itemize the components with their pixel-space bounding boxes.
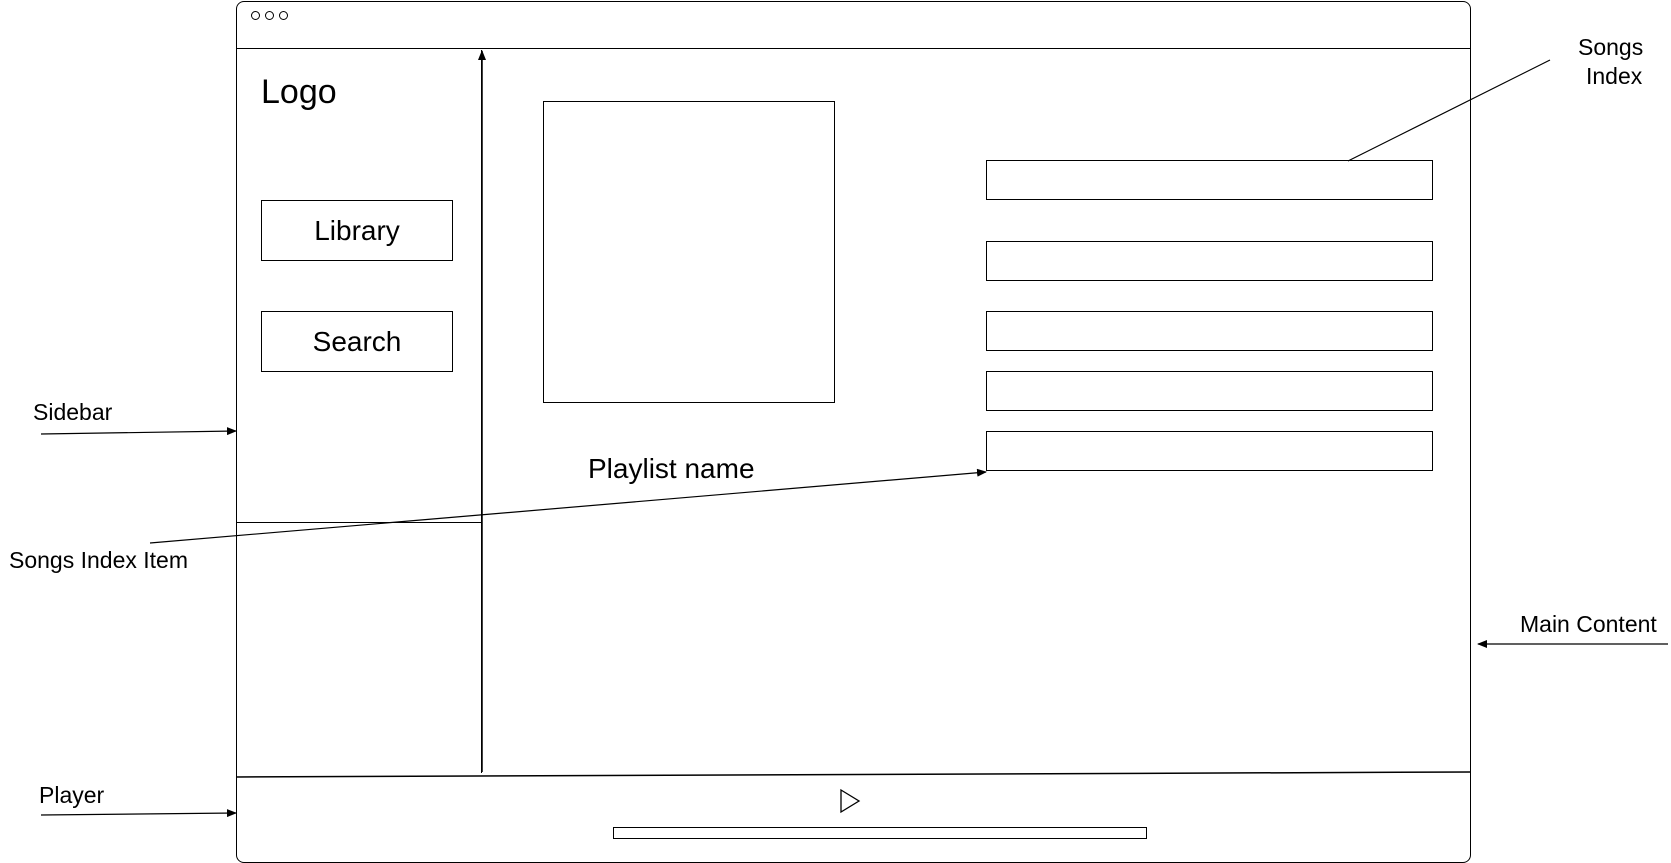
titlebar-divider xyxy=(236,48,1471,49)
playlist-name: Playlist name xyxy=(588,453,755,484)
sidebar-divider xyxy=(481,50,482,773)
library-button[interactable]: Library xyxy=(261,200,453,261)
search-button-label: Search xyxy=(312,325,402,357)
window-control-dot[interactable] xyxy=(279,11,288,20)
sidebar-annotation-arrow xyxy=(40,427,237,436)
logo: Logo xyxy=(261,73,337,111)
annotation-main-content: Main Content xyxy=(1520,611,1657,637)
annotation-songs-index-line1: Songs xyxy=(1578,34,1644,60)
songs-index-item[interactable] xyxy=(986,241,1433,281)
play-icon[interactable] xyxy=(839,788,861,814)
window-control-dot[interactable] xyxy=(251,11,260,20)
annotation-songs-index-item: Songs Index Item xyxy=(9,547,188,573)
songs-index-item[interactable] xyxy=(986,160,1433,200)
player-annotation-arrow xyxy=(40,809,237,818)
window-control-dot[interactable] xyxy=(265,11,274,20)
annotation-songs-index-line2: Index xyxy=(1586,63,1643,89)
annotation-player: Player xyxy=(39,782,105,808)
playlist-cover-image xyxy=(543,101,835,403)
songs-index-item[interactable] xyxy=(986,371,1433,411)
songs-index-item[interactable] xyxy=(986,311,1433,351)
songs-index-item[interactable] xyxy=(986,431,1433,471)
annotation-sidebar: Sidebar xyxy=(33,399,113,425)
sidebar-section-divider xyxy=(236,522,482,523)
library-button-label: Library xyxy=(314,214,400,246)
search-button[interactable]: Search xyxy=(261,311,453,372)
player-progress-bar[interactable] xyxy=(613,827,1147,839)
